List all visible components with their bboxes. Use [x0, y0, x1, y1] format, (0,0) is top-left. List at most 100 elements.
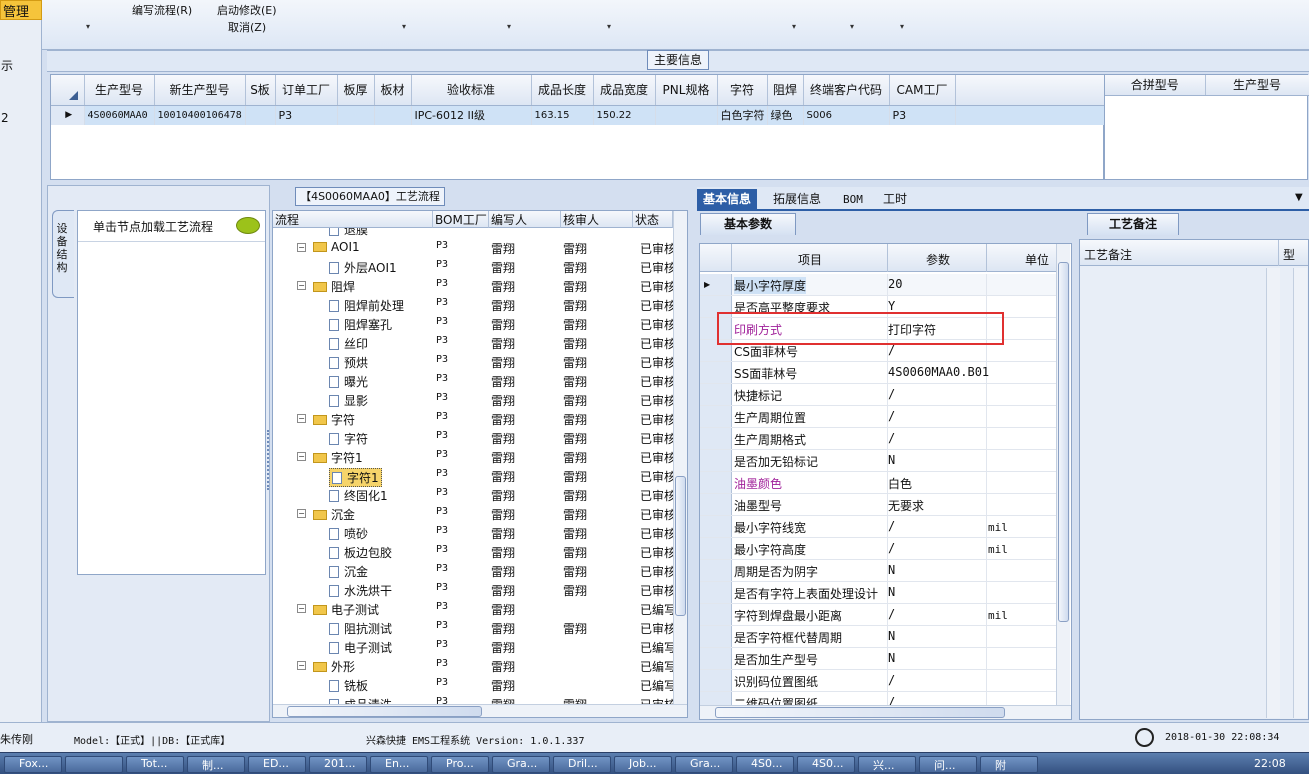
param-value-cell[interactable]	[887, 604, 987, 625]
tree-step-node[interactable]: 外层AOI1 P3 雷翔 雷翔 已审核	[273, 257, 673, 276]
dropdown-caret-icon[interactable]: ▾	[402, 22, 406, 31]
collapse-toggle-icon[interactable]: −	[297, 452, 306, 461]
tree-folder-node[interactable]: − 字符 P3 雷翔 雷翔 已审核	[273, 409, 673, 428]
param-row[interactable]: 最小字符线宽 / mil	[700, 516, 1056, 538]
params-vertical-scrollbar[interactable]	[1056, 244, 1070, 705]
tab-bom[interactable]: BOM	[837, 189, 869, 210]
taskbar-button[interactable]: 制...	[187, 756, 245, 773]
tree-column-header[interactable]: 核审人	[561, 211, 633, 228]
param-row[interactable]: ▶ 最小字符厚度 20	[700, 274, 1056, 296]
param-row[interactable]: 油墨型号 无要求	[700, 494, 1056, 516]
column-header[interactable]: 板厚	[337, 75, 375, 106]
tree-step-node[interactable]: 沉金 P3 雷翔 雷翔 已审核	[273, 561, 673, 580]
tree-step-node[interactable]: 显影 P3 雷翔 雷翔 已审核	[273, 390, 673, 409]
main-info-row[interactable]: ▶ 4S0060MAA0 10010400106478 P3 IPC-6012 II级…	[51, 105, 1106, 125]
tree-step-node[interactable]: 电子测试 P3 雷翔 已编写	[273, 637, 673, 656]
notes-col-remark[interactable]: 工艺备注	[1084, 246, 1132, 263]
column-header[interactable]: 订单工厂	[275, 75, 338, 106]
tree-step-node[interactable]: 曝光 P3 雷翔 雷翔 已审核	[273, 371, 673, 390]
column-header[interactable]: 验收标准	[411, 75, 532, 106]
cell[interactable]: P3	[889, 105, 956, 125]
param-value-cell[interactable]	[887, 626, 987, 647]
column-header[interactable]: CAM工厂	[889, 75, 956, 106]
cell[interactable]: S006	[803, 105, 890, 125]
collapse-toggle-icon[interactable]: −	[297, 604, 306, 613]
param-value-cell[interactable]	[887, 648, 987, 669]
cancel-menu[interactable]: 取消(Z)	[228, 19, 266, 35]
taskbar-button[interactable]: Pro...	[431, 756, 489, 773]
taskbar-clock[interactable]: 22:08	[1254, 757, 1286, 770]
tab-basic-info[interactable]: 基本信息	[697, 189, 758, 210]
param-value-cell[interactable]	[887, 428, 987, 449]
params-col-item[interactable]: 项目	[798, 251, 822, 268]
taskbar-button[interactable]: Fox...	[4, 756, 62, 773]
cell[interactable]	[374, 105, 412, 125]
basic-params-tab[interactable]: 基本参数	[700, 213, 796, 235]
param-value-cell[interactable]	[887, 406, 987, 427]
tree-column-header[interactable]: 流程	[273, 211, 433, 228]
tree-folder-node[interactable]: − 沉金 P3 雷翔 雷翔 已审核	[273, 504, 673, 523]
process-notes-tab[interactable]: 工艺备注	[1087, 213, 1179, 235]
cell[interactable]: 白色字符	[717, 105, 768, 125]
scrollbar-thumb[interactable]	[287, 706, 482, 717]
param-row[interactable]: 识别码位置图纸 /	[700, 670, 1056, 692]
params-horizontal-scrollbar[interactable]	[700, 705, 1071, 719]
cell[interactable]	[245, 105, 276, 125]
tree-step-node[interactable]: 字符1 P3 雷翔 雷翔 已审核	[273, 466, 673, 487]
cell[interactable]: 10010400106478	[154, 105, 246, 125]
tree-horizontal-scrollbar[interactable]	[273, 704, 687, 717]
column-header[interactable]: 阻焊	[767, 75, 804, 106]
param-value-cell[interactable]	[887, 582, 987, 603]
tabs-menu-icon[interactable]: ▼	[1295, 192, 1303, 203]
taskbar-button[interactable]: 问...	[919, 756, 977, 773]
param-row[interactable]: 生产周期格式 /	[700, 428, 1056, 450]
tab-extended-info[interactable]: 拓展信息	[767, 189, 827, 210]
edit-flow-menu[interactable]: 编写流程(R)	[132, 2, 192, 18]
tree-step-node[interactable]: 水洗烘干 P3 雷翔 雷翔 已审核	[273, 580, 673, 599]
param-row[interactable]: 是否加生产型号 N	[700, 648, 1056, 670]
cell[interactable]: 绿色	[767, 105, 804, 125]
taskbar-button[interactable]	[65, 756, 123, 773]
cell[interactable]: 4S0060MAA0	[84, 105, 155, 125]
dropdown-caret-icon[interactable]: ▾	[900, 22, 904, 31]
cell[interactable]	[337, 105, 375, 125]
param-row[interactable]: 快捷标记 /	[700, 384, 1056, 406]
tree-folder-node[interactable]: − 电子测试 P3 雷翔 已编写	[273, 599, 673, 618]
notes-scrollbar[interactable]	[1293, 268, 1307, 718]
taskbar-button[interactable]: Gra...	[675, 756, 733, 773]
param-value-cell[interactable]	[887, 516, 987, 537]
tree-step-node[interactable]: 丝印 P3 雷翔 雷翔 已审核	[273, 333, 673, 352]
nav-label-1[interactable]: 示	[1, 57, 13, 74]
start-modify-menu[interactable]: 启动修改(E)	[217, 2, 277, 18]
param-row[interactable]: 是否字符框代替周期 N	[700, 626, 1056, 648]
dropdown-caret-icon[interactable]: ▾	[86, 22, 90, 31]
scrollbar-thumb[interactable]	[715, 707, 1005, 718]
param-value-cell[interactable]	[887, 692, 987, 705]
splitter-handle[interactable]	[267, 430, 271, 490]
dropdown-caret-icon[interactable]: ▾	[507, 22, 511, 31]
collapse-toggle-icon[interactable]: −	[297, 509, 306, 518]
tree-step-node[interactable]: 阻抗测试 P3 雷翔 雷翔 已审核	[273, 618, 673, 637]
cell[interactable]	[655, 105, 718, 125]
column-header[interactable]: 终端客户代码	[803, 75, 890, 106]
param-value-cell[interactable]	[887, 450, 987, 471]
tree-step-node[interactable]: 阻焊塞孔 P3 雷翔 雷翔 已审核	[273, 314, 673, 333]
taskbar-button[interactable]: 附	[980, 756, 1038, 773]
taskbar-button[interactable]: Job...	[614, 756, 672, 773]
param-row[interactable]: 周期是否为阴字 N	[700, 560, 1056, 582]
scrollbar-thumb[interactable]	[1058, 262, 1069, 622]
tree-folder-node[interactable]: − 外形 P3 雷翔 已编写	[273, 656, 673, 675]
param-row[interactable]: 是否有字符上表面处理设计 N	[700, 582, 1056, 604]
column-header[interactable]: 生产型号	[84, 75, 155, 106]
tree-column-header[interactable]: 编写人	[489, 211, 561, 228]
taskbar-button[interactable]: 4S0...	[797, 756, 855, 773]
collapse-toggle-icon[interactable]: −	[297, 414, 306, 423]
tree-folder-node[interactable]: − 字符1 P3 雷翔 雷翔 已审核	[273, 447, 673, 466]
tree-step-node[interactable]: 成品清洗 P3 雷翔 雷翔 已审核	[273, 694, 673, 704]
tree-vertical-scrollbar[interactable]	[673, 211, 687, 704]
param-value-cell[interactable]	[887, 384, 987, 405]
dropdown-caret-icon[interactable]: ▾	[607, 22, 611, 31]
column-header[interactable]: 板材	[374, 75, 412, 106]
tree-column-header[interactable]: 状态	[633, 211, 673, 228]
cell[interactable]: 150.22	[593, 105, 656, 125]
